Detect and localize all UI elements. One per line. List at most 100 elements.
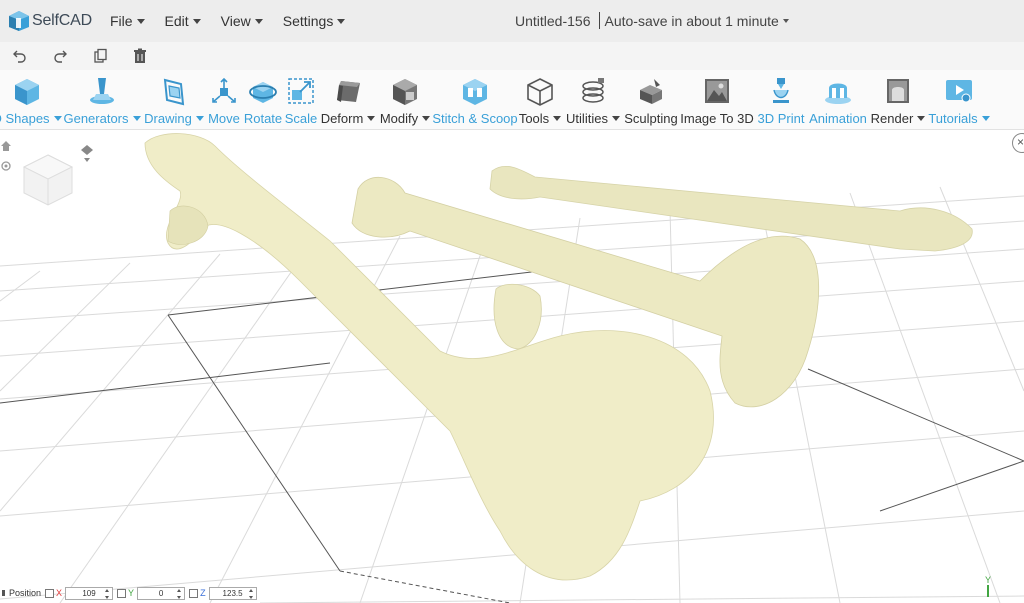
tool-image-to-3d[interactable]: Image To 3D (680, 70, 754, 130)
x-lock-checkbox[interactable] (45, 588, 55, 598)
tool-image-to-3d-label: Image To 3D (680, 111, 754, 126)
tool-tutorials-label: Tutorials (928, 111, 978, 126)
tool-rotate[interactable]: Rotate (242, 70, 284, 130)
spinner-icon[interactable] (105, 588, 110, 599)
tool-scale-label: Scale (284, 111, 318, 126)
menu-file[interactable]: File (110, 13, 145, 29)
chevron-down-icon (337, 18, 346, 24)
tool-utilities[interactable]: Utilities (566, 70, 620, 130)
move-icon (209, 76, 239, 106)
tool-generators[interactable]: Generators (63, 70, 141, 130)
tool-modify[interactable]: Modify (378, 70, 432, 130)
tool-tutorials[interactable]: Tutorials (928, 70, 990, 130)
deform-icon (333, 76, 363, 106)
autosave-status[interactable]: Auto-save in about 1 minute (605, 13, 789, 29)
tool-deform[interactable]: Deform (320, 70, 376, 130)
main-toolbar: D Shapes Generators Drawing Move Rotate … (0, 70, 1024, 130)
3d-viewport[interactable]: × (0, 131, 1024, 603)
render-icon (883, 76, 913, 106)
tool-render-label: Render (870, 111, 914, 126)
focus-view-button[interactable] (0, 159, 12, 171)
menu-settings[interactable]: Settings (283, 13, 346, 29)
spinner-icon[interactable] (248, 588, 254, 599)
tools-icon (525, 76, 555, 106)
print-icon (766, 76, 796, 106)
tool-scale[interactable]: Scale (284, 70, 318, 130)
generator-icon (87, 76, 117, 106)
rotate-icon (248, 76, 278, 106)
chevron-down-icon (53, 116, 62, 121)
undo-button[interactable] (10, 46, 30, 66)
y-position-input[interactable]: 0 (137, 586, 186, 600)
tool-3d-shapes-label: D Shapes (0, 111, 50, 126)
chevron-down-icon (981, 116, 990, 121)
menu-edit-label: Edit (164, 13, 189, 29)
position-label: Position (9, 588, 42, 598)
document-title[interactable]: Untitled-156 (515, 13, 591, 29)
tool-rotate-label: Rotate (243, 111, 283, 126)
tool-3d-print[interactable]: 3D Print (756, 70, 806, 130)
chevron-down-icon (611, 116, 620, 121)
axis-gizmo: Y (985, 575, 995, 601)
home-view-button[interactable] (0, 139, 12, 151)
tool-3d-shapes[interactable]: D Shapes (0, 70, 62, 130)
chevron-down-icon (782, 18, 789, 23)
chevron-down-icon (132, 116, 141, 121)
tool-drawing-label: Drawing (144, 111, 192, 126)
tool-stitch-scoop-label: Stitch & Scoop (432, 111, 518, 126)
tool-generators-label: Generators (63, 111, 129, 126)
x-position-input[interactable]: 109 (65, 586, 114, 600)
perspective-toggle[interactable] (80, 143, 94, 163)
bone-model[interactable] (144, 133, 973, 581)
x-axis-label: X (56, 588, 63, 598)
chevron-down-icon (136, 18, 145, 24)
trash-icon (134, 48, 146, 63)
animation-icon (823, 76, 853, 106)
menu-view[interactable]: View (221, 13, 263, 29)
gizmo-y-label: Y (985, 575, 992, 585)
tool-sculpting-label: Sculpting (624, 111, 678, 126)
undo-icon (13, 50, 26, 63)
redo-icon (54, 50, 67, 63)
tutorials-icon (944, 76, 974, 106)
target-icon (1, 161, 11, 171)
tool-animation-label: Animation (809, 111, 867, 126)
chevron-down-icon (254, 18, 263, 24)
delete-button[interactable] (130, 46, 150, 66)
tool-render[interactable]: Render (870, 70, 926, 130)
selfcad-logo-icon (8, 10, 30, 32)
y-lock-checkbox[interactable] (117, 588, 127, 598)
chevron-down-icon (195, 116, 204, 121)
tool-move[interactable]: Move (206, 70, 242, 130)
tool-stitch-scoop[interactable]: Stitch & Scoop (432, 70, 518, 130)
menu-edit[interactable]: Edit (165, 13, 201, 29)
position-bar: Position X 109 Y 0 Z 123.5 (0, 585, 257, 601)
modify-icon (390, 76, 420, 106)
title-divider (598, 12, 600, 29)
scene-canvas[interactable] (0, 131, 1024, 603)
tool-tools[interactable]: Tools (518, 70, 562, 130)
tool-sculpting[interactable]: Sculpting (624, 70, 678, 130)
redo-button[interactable] (50, 46, 70, 66)
spinner-icon[interactable] (177, 588, 182, 599)
tool-utilities-label: Utilities (566, 111, 608, 126)
image-to-3d-icon (702, 76, 732, 106)
menubar: SelfCAD File Edit View Settings Untitled… (0, 0, 1024, 42)
z-position-input[interactable]: 123.5 (208, 586, 257, 600)
y-axis-label: Y (128, 588, 135, 598)
z-lock-checkbox[interactable] (189, 588, 199, 598)
view-cube-icon (22, 154, 74, 206)
navigation-cube[interactable] (22, 153, 74, 209)
tool-drawing[interactable]: Drawing (144, 70, 204, 130)
copy-button[interactable] (90, 46, 110, 66)
chevron-down-icon (917, 116, 926, 121)
camera-icon (81, 145, 93, 162)
home-icon (1, 141, 11, 151)
utilities-icon (578, 76, 608, 106)
menu-view-label: View (220, 13, 251, 29)
cube-icon (12, 76, 42, 106)
tool-animation[interactable]: Animation (806, 70, 870, 130)
selfcad-logo[interactable]: SelfCAD (8, 10, 92, 32)
stitch-scoop-icon (460, 76, 490, 106)
sculpting-icon (636, 76, 666, 106)
